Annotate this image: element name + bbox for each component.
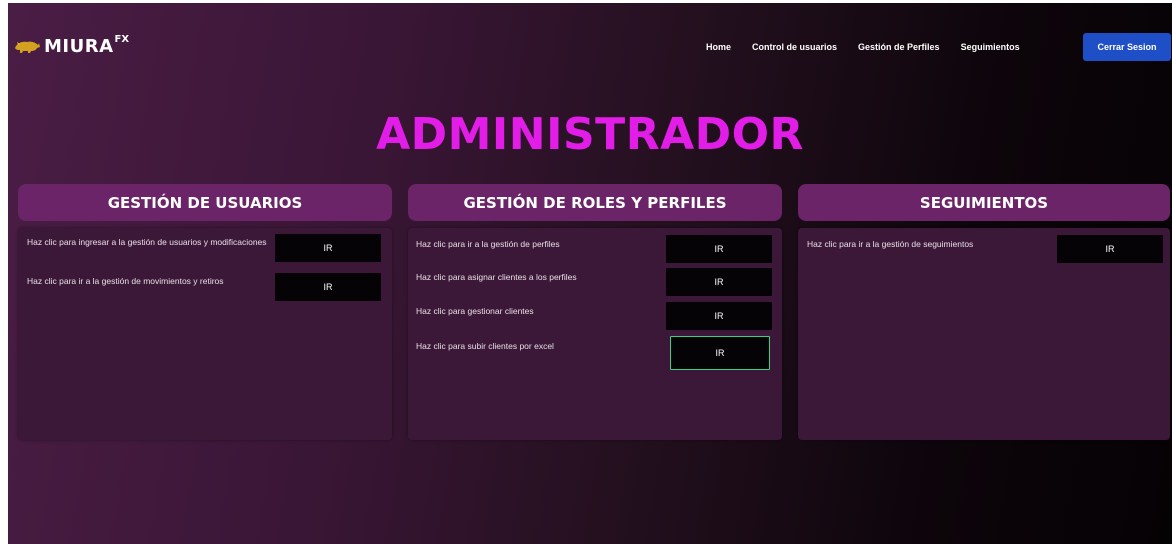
- admin-dashboard: MIURA FX Home Control de usuarios Gestió…: [8, 3, 1172, 544]
- brand-name: MIURA: [44, 35, 114, 57]
- bull-logo-icon: [15, 41, 40, 53]
- nav-link-control-usuarios[interactable]: Control de usuarios: [752, 42, 837, 52]
- ir-button-gestionar-clientes[interactable]: IR: [666, 302, 772, 330]
- nav-link-home[interactable]: Home: [706, 42, 731, 52]
- brand-logo[interactable]: MIURA FX: [14, 33, 129, 59]
- page-title: ADMINISTRADOR: [376, 109, 804, 160]
- row-description: Haz clic para ir a la gestión de seguimi…: [807, 239, 974, 249]
- panel-gestion-roles-perfiles: GESTIÓN DE ROLES Y PERFILES Haz clic par…: [408, 184, 782, 441]
- panel-header: SEGUIMIENTOS: [798, 184, 1170, 221]
- brand-superscript: FX: [114, 33, 130, 45]
- panel-header: GESTIÓN DE USUARIOS: [18, 184, 392, 221]
- top-navbar: MIURA FX Home Control de usuarios Gestió…: [8, 3, 1172, 87]
- nav-links: Home Control de usuarios Gestión de Perf…: [706, 40, 1041, 54]
- row-description: Haz clic para subir clientes por excel: [416, 341, 554, 351]
- panel-header: GESTIÓN DE ROLES Y PERFILES: [408, 184, 782, 221]
- panel-body: Haz clic para ingresar a la gestión de u…: [18, 228, 392, 440]
- panel-body: Haz clic para ir a la gestión de perfile…: [408, 228, 782, 440]
- row-description: Haz clic para ir a la gestión de movimie…: [27, 276, 224, 286]
- ir-button-asignar-clientes[interactable]: IR: [666, 268, 772, 296]
- panel-gestion-usuarios: GESTIÓN DE USUARIOS Haz clic para ingres…: [18, 184, 392, 441]
- row-description: Haz clic para asignar clientes a los per…: [416, 272, 577, 282]
- row-description: Haz clic para ir a la gestión de perfile…: [416, 239, 560, 249]
- nav-link-gestion-perfiles[interactable]: Gestión de Perfiles: [858, 42, 940, 52]
- row-description: Haz clic para ingresar a la gestión de u…: [27, 237, 267, 247]
- panel-seguimientos: SEGUIMIENTOS Haz clic para ir a la gesti…: [798, 184, 1170, 441]
- nav-link-seguimientos[interactable]: Seguimientos: [961, 42, 1020, 52]
- ir-button-gestion-perfiles[interactable]: IR: [666, 235, 772, 263]
- ir-button-gestion-seguimientos[interactable]: IR: [1057, 235, 1163, 263]
- ir-button-gestion-usuarios[interactable]: IR: [275, 234, 381, 262]
- row-description: Haz clic para gestionar clientes: [416, 306, 534, 316]
- ir-button-movimientos-retiros[interactable]: IR: [275, 273, 381, 301]
- logout-button[interactable]: Cerrar Sesion: [1083, 33, 1171, 61]
- ir-button-subir-excel[interactable]: IR: [670, 336, 770, 370]
- panel-body: Haz clic para ir a la gestión de seguimi…: [798, 228, 1170, 440]
